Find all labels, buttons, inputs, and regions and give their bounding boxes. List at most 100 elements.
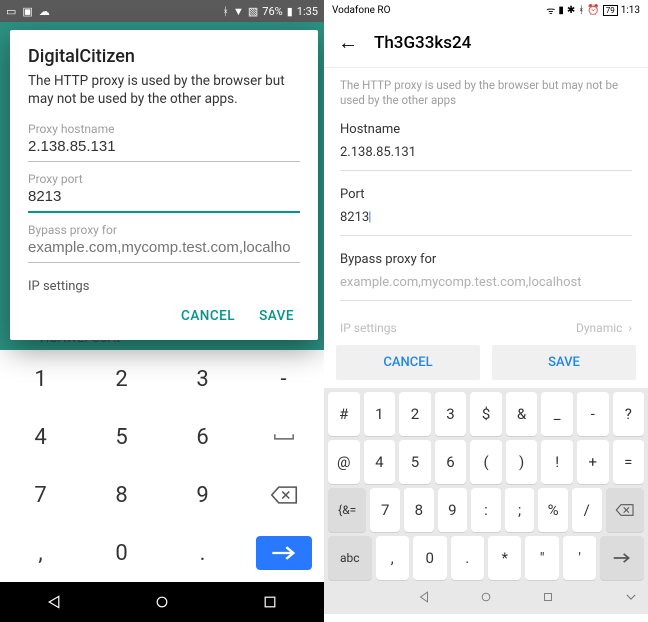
vibrate-icon: ✱ xyxy=(567,5,575,16)
alarm-icon: ⏰ xyxy=(587,5,599,16)
key-equals[interactable]: = xyxy=(613,440,645,484)
numeric-keyboard: 1 2 3 - 4 5 6 7 8 9 xyxy=(0,350,324,582)
key-backspace[interactable] xyxy=(243,466,324,524)
wifi-settings-background: 🔒 🔒 🔒 🔒 🔒 DigitalCitizen The HTTP proxy … xyxy=(0,22,324,350)
key-period[interactable]: . xyxy=(451,536,484,580)
key-0[interactable]: 0 xyxy=(81,524,162,582)
page-title: Th3G33ks24 xyxy=(374,33,471,53)
key-hash[interactable]: # xyxy=(328,392,360,436)
app-header: ← Th3G33ks24 xyxy=(324,20,648,68)
key-backspace[interactable] xyxy=(606,488,644,532)
battery-text: 76% xyxy=(262,5,282,18)
cancel-button[interactable]: CANCEL xyxy=(181,308,235,324)
nav-recent-icon[interactable] xyxy=(262,594,278,610)
key-star[interactable]: * xyxy=(488,536,521,580)
key-5[interactable]: 5 xyxy=(399,440,431,484)
key-percent[interactable]: % xyxy=(538,488,568,532)
key-lparen[interactable]: ( xyxy=(470,440,502,484)
nav-home-icon[interactable] xyxy=(479,589,493,608)
back-button[interactable]: ← xyxy=(338,30,358,55)
key-8[interactable]: 8 xyxy=(404,488,434,532)
nav-keyboard-down-icon[interactable] xyxy=(624,589,638,608)
key-dquote[interactable]: " xyxy=(525,536,558,580)
key-0[interactable]: 0 xyxy=(413,536,446,580)
key-dash[interactable]: - xyxy=(243,350,324,408)
hostname-label: Proxy hostname xyxy=(28,122,300,136)
signal-icon: ▮ xyxy=(558,5,564,16)
key-6[interactable]: 6 xyxy=(162,408,243,466)
nav-back-icon[interactable] xyxy=(46,594,62,610)
key-comma[interactable]: , xyxy=(0,524,81,582)
key-period[interactable]: . xyxy=(162,524,243,582)
key-abc[interactable]: abc xyxy=(328,536,372,580)
ip-settings-label[interactable]: IP settings xyxy=(340,321,397,335)
cancel-button[interactable]: CANCEL xyxy=(336,345,480,380)
key-dash[interactable]: - xyxy=(577,392,609,436)
key-squote[interactable]: ' xyxy=(563,536,596,580)
form-description: The HTTP proxy is used by the browser bu… xyxy=(340,78,632,108)
key-enter[interactable] xyxy=(243,524,324,582)
hostname-input[interactable]: 2.138.85.131 xyxy=(340,143,632,171)
android-nav-bar xyxy=(324,584,648,614)
bluetooth-icon: ᚼ xyxy=(578,5,584,16)
key-7[interactable]: 7 xyxy=(370,488,400,532)
key-2[interactable]: 2 xyxy=(399,392,431,436)
key-1[interactable]: 1 xyxy=(364,392,396,436)
key-comma[interactable]: , xyxy=(376,536,409,580)
save-button[interactable]: SAVE xyxy=(492,345,636,380)
wifi-icon: ▼ xyxy=(233,5,244,18)
key-4[interactable]: 4 xyxy=(364,440,396,484)
nav-recent-icon[interactable] xyxy=(541,589,555,608)
key-colon[interactable]: : xyxy=(471,488,501,532)
key-dollar[interactable]: $ xyxy=(470,392,502,436)
key-question[interactable]: ? xyxy=(613,392,645,436)
key-3[interactable]: 3 xyxy=(435,392,467,436)
hostname-label: Hostname xyxy=(340,122,632,137)
bluetooth-icon: ᚼ xyxy=(222,5,229,18)
ip-settings-value[interactable]: Dynamic › xyxy=(576,321,632,335)
hostname-input[interactable] xyxy=(28,136,300,162)
port-label: Port xyxy=(340,187,632,202)
no-sim-icon: ▧ xyxy=(248,5,258,18)
key-plus[interactable]: + xyxy=(577,440,609,484)
ip-settings-label[interactable]: IP settings xyxy=(28,279,300,294)
clock-text: 1:13 xyxy=(621,5,640,16)
dialog-title: DigitalCitizen xyxy=(28,46,300,67)
dialog-actions: CANCEL SAVE xyxy=(324,339,648,388)
key-5[interactable]: 5 xyxy=(81,408,162,466)
bypass-input[interactable]: example.com,mycomp.test.com,localhost xyxy=(340,273,632,301)
key-enter[interactable] xyxy=(600,536,644,580)
key-3[interactable]: 3 xyxy=(162,350,243,408)
key-at[interactable]: @ xyxy=(328,440,360,484)
key-underscore[interactable]: _ xyxy=(541,392,573,436)
key-6[interactable]: 6 xyxy=(435,440,467,484)
key-bang[interactable]: ! xyxy=(541,440,573,484)
port-input[interactable] xyxy=(28,186,300,213)
key-2[interactable]: 2 xyxy=(81,350,162,408)
status-bar: Vodafone RO ᯤ ▮ ✱ ᚼ ⏰ 79 1:13 xyxy=(324,0,648,20)
key-1[interactable]: 1 xyxy=(0,350,81,408)
key-8[interactable]: 8 xyxy=(81,466,162,524)
android-nav-bar xyxy=(0,582,324,622)
nav-back-icon[interactable] xyxy=(417,589,431,608)
image-icon: ▣ xyxy=(22,5,32,18)
key-moresym[interactable]: {&= xyxy=(328,488,366,532)
key-space[interactable] xyxy=(243,408,324,466)
clock-text: 1:35 xyxy=(297,5,318,18)
bypass-input[interactable] xyxy=(28,237,300,263)
port-label: Proxy port xyxy=(28,172,300,186)
nav-home-icon[interactable] xyxy=(154,594,170,610)
port-input[interactable]: 8213 xyxy=(340,208,632,236)
key-slash[interactable]: / xyxy=(572,488,602,532)
key-amp[interactable]: & xyxy=(506,392,538,436)
key-9[interactable]: 9 xyxy=(162,466,243,524)
key-4[interactable]: 4 xyxy=(0,408,81,466)
wifi-icon: ᯤ xyxy=(546,3,555,17)
status-bar: ▭ ▣ ☁ ᚼ ▼ ▧ 76% ▮ 1:35 xyxy=(0,0,324,22)
key-semicolon[interactable]: ; xyxy=(505,488,535,532)
save-button[interactable]: SAVE xyxy=(259,308,294,324)
key-9[interactable]: 9 xyxy=(438,488,468,532)
key-rparen[interactable]: ) xyxy=(506,440,538,484)
bypass-label: Bypass proxy for xyxy=(340,252,632,267)
key-7[interactable]: 7 xyxy=(0,466,81,524)
